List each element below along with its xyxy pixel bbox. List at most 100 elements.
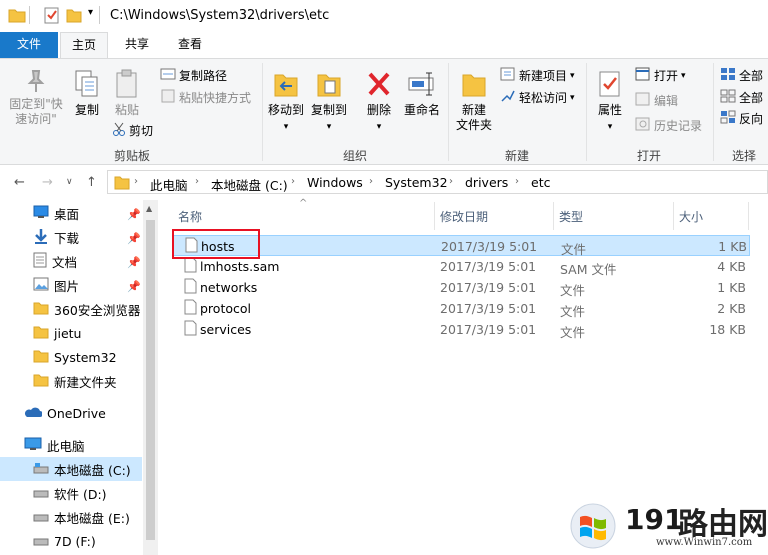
- breadcrumb-chevron-icon[interactable]: ›: [291, 176, 295, 187]
- move-to-button[interactable]: 移动到 ▾: [266, 69, 306, 135]
- file-name: services: [200, 322, 252, 337]
- drive-icon: [33, 462, 49, 477]
- breadcrumb-chevron-icon[interactable]: ›: [369, 176, 373, 187]
- nav-item-drive-f[interactable]: 7D (F:): [0, 529, 142, 553]
- tab-share[interactable]: 共享: [112, 32, 162, 58]
- file-type: 文件: [560, 304, 586, 319]
- address-bar[interactable]: › 此电脑 › 本地磁盘 (C:) › Windows › System32 ›…: [107, 170, 768, 194]
- edit-button[interactable]: 编辑: [635, 92, 678, 109]
- scrollbar-thumb[interactable]: [146, 220, 155, 540]
- new-item-icon: [500, 67, 516, 84]
- cut-button[interactable]: 剪切: [112, 122, 153, 139]
- file-row-services[interactable]: services 2017/3/19 5:01 文件 18 KB: [172, 319, 750, 340]
- nav-item-desktop[interactable]: 桌面: [0, 201, 142, 225]
- tab-file[interactable]: 文件: [0, 32, 58, 58]
- nav-item-downloads[interactable]: 下载: [0, 225, 142, 249]
- new-item-label: 新建项目: [519, 69, 568, 83]
- nav-item-label: OneDrive: [47, 405, 106, 421]
- hosts-highlight-box: [172, 229, 260, 259]
- recent-locations-dropdown-icon[interactable]: ∨: [66, 177, 73, 187]
- column-header-date[interactable]: 修改日期: [440, 208, 488, 225]
- nav-item-360-browser[interactable]: 360安全浏览器: [0, 297, 142, 321]
- select-none-button[interactable]: 全部: [720, 89, 763, 106]
- new-item-button[interactable]: 新建项目 ▾: [500, 67, 575, 84]
- easy-access-label: 轻松访问: [519, 91, 568, 105]
- history-icon: [635, 117, 651, 134]
- breadcrumb-system32[interactable]: System32: [385, 175, 448, 190]
- pin-quick-access-button[interactable]: 固定到"快 速访问": [6, 69, 66, 127]
- file-type: 文件: [560, 283, 586, 298]
- file-icon: [184, 320, 197, 339]
- open-button[interactable]: 打开 ▾: [635, 67, 686, 84]
- tab-home[interactable]: 主页: [60, 32, 108, 59]
- nav-item-onedrive[interactable]: OneDrive: [0, 401, 142, 425]
- open-icon: [635, 67, 651, 84]
- nav-item-this-pc[interactable]: 此电脑: [0, 433, 142, 457]
- breadcrumb-chevron-icon[interactable]: ›: [195, 176, 199, 187]
- select-none-label: 全部: [739, 91, 764, 105]
- select-all-button[interactable]: 全部: [720, 67, 763, 84]
- file-name: lmhosts.sam: [200, 259, 280, 274]
- pin-icon: 📌: [127, 280, 141, 293]
- copy-to-button[interactable]: 复制到 ▾: [309, 69, 349, 135]
- rename-button[interactable]: 重命名: [400, 69, 444, 118]
- new-folder-button[interactable]: 新建 文件夹: [452, 69, 496, 133]
- divider: [713, 63, 714, 161]
- properties-button[interactable]: 属性 ▾: [592, 69, 628, 135]
- file-row-lmhosts[interactable]: lmhosts.sam 2017/3/19 5:01 SAM 文件 4 KB: [172, 256, 750, 277]
- nav-item-system32[interactable]: System32: [0, 345, 142, 369]
- back-icon[interactable]: ←: [14, 175, 25, 190]
- pictures-icon: [33, 277, 49, 294]
- navigation-pane: 桌面 📌 下载 📌 文档 📌 图片 📌 360安全浏览器 jietu Syste…: [0, 200, 158, 555]
- nav-pane-scrollbar[interactable]: ▲: [143, 200, 158, 555]
- breadcrumb-windows[interactable]: Windows: [307, 175, 363, 190]
- breadcrumb-chevron-icon[interactable]: ›: [449, 176, 453, 187]
- column-header-type[interactable]: 类型: [559, 208, 583, 225]
- breadcrumb-local-disk-c[interactable]: 本地磁盘 (C:): [211, 175, 288, 194]
- nav-item-local-disk-c[interactable]: 本地磁盘 (C:): [0, 457, 142, 481]
- nav-item-documents[interactable]: 文档: [0, 249, 142, 273]
- breadcrumb-drivers[interactable]: drivers: [465, 175, 508, 190]
- divider: [434, 202, 435, 230]
- forward-icon[interactable]: →: [42, 175, 53, 190]
- quick-access-dropdown-icon[interactable]: ▾: [88, 7, 93, 18]
- properties-icon[interactable]: [44, 7, 60, 28]
- nav-item-drive-d[interactable]: 软件 (D:): [0, 481, 142, 505]
- file-row-networks[interactable]: networks 2017/3/19 5:01 文件 1 KB: [172, 277, 750, 298]
- nav-item-pictures[interactable]: 图片: [0, 273, 142, 297]
- scroll-up-icon[interactable]: ▲: [146, 204, 152, 213]
- nav-item-drive-e[interactable]: 本地磁盘 (E:): [0, 505, 142, 529]
- new-folder-icon: [460, 69, 488, 103]
- copy-to-label: 复制到: [310, 103, 347, 117]
- file-row-protocol[interactable]: protocol 2017/3/19 5:01 文件 2 KB: [172, 298, 750, 319]
- breadcrumb-etc[interactable]: etc: [531, 175, 550, 190]
- divider: [586, 63, 587, 161]
- folder-icon: [33, 349, 49, 366]
- history-button[interactable]: 历史记录: [635, 117, 702, 134]
- breadcrumb-chevron-icon[interactable]: ›: [515, 176, 519, 187]
- up-icon[interactable]: ↑: [86, 175, 97, 190]
- paste-shortcut-button[interactable]: 粘贴快捷方式: [160, 89, 251, 106]
- sort-ascending-icon: ^: [299, 198, 308, 209]
- nav-item-label: jietu: [54, 325, 82, 341]
- file-type: SAM 文件: [560, 262, 617, 277]
- pin-icon: 📌: [127, 232, 141, 245]
- column-header-name[interactable]: 名称: [178, 208, 202, 225]
- paste-button[interactable]: 粘贴: [110, 69, 144, 118]
- copy-button[interactable]: 复制: [70, 69, 104, 118]
- paste-icon: [114, 69, 140, 103]
- nav-item-jietu[interactable]: jietu: [0, 321, 142, 345]
- easy-access-button[interactable]: 轻松访问 ▾: [500, 89, 575, 106]
- invert-selection-button[interactable]: 反向: [720, 110, 763, 127]
- tab-view[interactable]: 查看: [165, 32, 215, 58]
- delete-button[interactable]: 删除 ▾: [362, 69, 396, 135]
- nav-item-new-folder[interactable]: 新建文件夹: [0, 369, 142, 393]
- pin-icon: 📌: [127, 256, 141, 269]
- breadcrumb-this-pc[interactable]: 此电脑: [150, 175, 188, 194]
- new-folder-icon[interactable]: [66, 7, 82, 26]
- copy-path-button[interactable]: 复制路径: [160, 67, 227, 84]
- nav-item-label: System32: [54, 349, 117, 365]
- column-header-size[interactable]: 大小: [679, 208, 703, 225]
- breadcrumb-chevron-icon[interactable]: ›: [134, 176, 138, 187]
- new-folder-label: 新建 文件夹: [455, 103, 492, 132]
